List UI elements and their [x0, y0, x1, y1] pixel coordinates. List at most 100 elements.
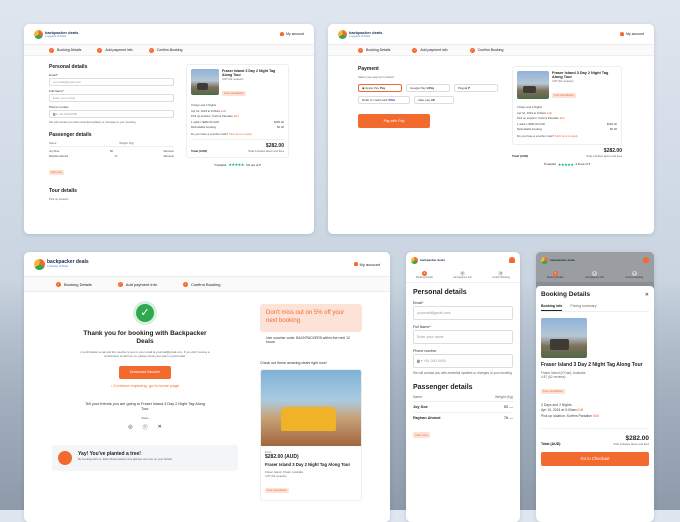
step-payment[interactable]: 2 Add payment info	[585, 271, 604, 279]
duration: 3 Days and 2 Nights	[191, 103, 217, 107]
email-input[interactable]: yourmail@gmail.com	[49, 78, 174, 86]
edit-date-link[interactable]: Edit	[577, 408, 583, 412]
edit-date-link[interactable]: Edit	[547, 111, 552, 115]
passenger-weight: 50	[109, 148, 113, 153]
remove-button[interactable]: Remove	[164, 149, 174, 153]
method-paypal[interactable]: Paypal P	[454, 84, 498, 92]
step-payment[interactable]: 2 Add payment info	[453, 271, 472, 279]
voucher-link[interactable]: Click here to apply	[555, 134, 578, 138]
x-icon[interactable]: ✕	[158, 424, 162, 431]
method-apple-pay[interactable]: ◉ Apple Pay Pay	[358, 84, 402, 92]
step-booking-details[interactable]: 1 Booking Details	[416, 271, 433, 279]
step-confirm[interactable]: ✓ Confirm Booking	[148, 47, 182, 53]
step-label: Add payment info	[585, 276, 604, 279]
deal-badge: Free cancellation	[265, 487, 289, 493]
add-more-button[interactable]: Add more	[413, 432, 431, 439]
edit-pickup-link[interactable]: Edit	[560, 116, 565, 120]
table-row: Joy Doe 50 Remove	[49, 149, 174, 153]
logo[interactable]: backpacker deals a member of Klook	[338, 29, 382, 39]
logo[interactable]: backpacker deals a member of Klook	[34, 29, 78, 39]
phone-label: Phone number	[413, 349, 437, 353]
check-icon: ✓	[117, 281, 123, 287]
facebook-icon[interactable]: ⓕ	[143, 424, 148, 431]
remove-icon[interactable]: —	[509, 416, 513, 420]
logo[interactable]: backpacker deals	[411, 256, 446, 264]
edit-pickup-link[interactable]: Edit	[593, 414, 599, 418]
account-icon[interactable]	[643, 257, 649, 263]
google-pay-icon: GPay	[426, 86, 435, 90]
step-booking-details[interactable]: ✓ Booking Details	[56, 281, 92, 287]
check-icon: ✓	[358, 47, 363, 53]
close-icon[interactable]: ✕	[645, 292, 649, 298]
checkout-button[interactable]: Go to Checkout	[541, 451, 649, 466]
phone-note: We will contact you with essential updat…	[49, 120, 136, 124]
deal-card[interactable]: From $282.00 (AUD) Fraser Island 3 Day 2…	[260, 369, 362, 501]
afterpay-icon: AP	[430, 98, 436, 102]
user-icon	[620, 32, 625, 36]
voucher-text: Do you have a voucher code?	[191, 132, 229, 136]
tree-body: By booking with us, Eden Reforestation h…	[78, 457, 173, 462]
account-label: My account	[359, 261, 380, 267]
cancellation-badge: Free cancellation	[552, 93, 576, 98]
voucher-link[interactable]: Click here to apply	[229, 132, 252, 136]
trust-score: 4.8 out of 5	[245, 162, 261, 167]
duration: 3 Days and 2 Nights	[517, 105, 543, 109]
step-payment[interactable]: ✓ Add payment info	[97, 47, 133, 53]
booking-modal: Booking Details ✕ Booking info Pricing su…	[536, 286, 654, 522]
phone-input[interactable]: ▆ ▾ +61 000-0000	[49, 110, 174, 118]
continue-label: Continue exploring, go to home page	[113, 382, 180, 388]
step-confirm[interactable]: ✓ Confirm Booking	[182, 281, 221, 287]
panel-booking-details: backpacker deals a member of Klook My acc…	[24, 24, 314, 234]
method-label: Debit or credit card	[362, 98, 388, 102]
step-booking-details[interactable]: ✓ Booking Details	[49, 47, 81, 53]
email-input[interactable]: yourmail@gmail.com	[413, 306, 513, 320]
method-card[interactable]: Debit or credit card VISA	[358, 96, 410, 104]
account-link[interactable]: My account	[353, 261, 380, 267]
adult-price: $282.00	[273, 119, 284, 124]
account-link[interactable]: My account	[280, 32, 304, 36]
method-afterpay[interactable]: After pay AP	[414, 96, 454, 104]
cancellation-badge: Free cancellation	[541, 388, 565, 394]
deal-price: $282.00 (AUD)	[265, 454, 299, 461]
thanks-body: A confirmation email and the voucher is …	[80, 349, 210, 358]
total-note: Total includes taxes and fees	[613, 441, 649, 446]
date: Apr 10, 2024 at 9:00am	[517, 110, 547, 115]
fullname-input[interactable]: Enter your name	[413, 330, 513, 344]
tour-name: Fraser Island 3 Day 2 Night Tag Along To…	[552, 71, 609, 79]
step-payment[interactable]: ✓ Add payment info	[117, 281, 157, 287]
step-payment[interactable]: ✓ Add payment info	[412, 47, 448, 53]
check-icon: ✓	[148, 47, 154, 53]
total-label: Total (AUD)	[541, 441, 561, 446]
logo[interactable]: backpacker deals	[541, 256, 575, 264]
brand-name: backpacker deals	[420, 257, 446, 262]
step-booking-details[interactable]: ✓ Booking Details	[358, 47, 390, 53]
add-more-button[interactable]: Add more	[49, 169, 65, 175]
pay-button[interactable]: Pay with Pay	[358, 114, 430, 128]
progress-steps: ✓ Booking Details ✓ Add payment info ✓ Conf…	[328, 44, 654, 56]
stars-icon: ★★★★★	[557, 161, 574, 167]
remove-button[interactable]: Remove	[164, 154, 174, 158]
account-icon[interactable]	[509, 257, 515, 263]
total-label: Total (AUD)	[512, 153, 529, 158]
phone-input[interactable]: ▆ ▾ +61 000-0000	[413, 354, 513, 368]
edit-pickup-link[interactable]: Edit	[234, 114, 239, 118]
tab-pricing-summary[interactable]: Pricing summary	[570, 304, 596, 311]
download-voucher-button[interactable]: Download Voucher	[119, 365, 171, 379]
share-text: Tell your friends you are going to Frase…	[85, 401, 205, 411]
fullname-input[interactable]: Enter your name	[49, 94, 174, 102]
remove-icon[interactable]: —	[509, 405, 513, 409]
step-booking-details[interactable]: 1 Booking Details	[546, 271, 564, 279]
account-link[interactable]: My account	[620, 32, 644, 36]
edit-date-link[interactable]: Edit	[221, 109, 226, 113]
step-confirm[interactable]: 3 Confirm Booking	[625, 271, 643, 279]
continue-link[interactable]: ‹ Continue exploring, go to home page	[52, 383, 238, 388]
fullname-label: Full Name*	[49, 89, 64, 93]
method-google-pay[interactable]: Google Pay GPay	[406, 84, 450, 92]
tab-booking-info[interactable]: Booking info	[541, 304, 563, 311]
step-confirm[interactable]: ✓ Confirm Booking	[469, 47, 503, 53]
step-label: Booking Details	[546, 276, 564, 279]
logo[interactable]: backpacker deals a member of Klook	[34, 258, 89, 270]
step-confirm[interactable]: 3 Confirm Booking	[492, 271, 510, 279]
paypal-icon: P	[468, 86, 471, 90]
instagram-icon[interactable]: ◎	[128, 424, 132, 431]
